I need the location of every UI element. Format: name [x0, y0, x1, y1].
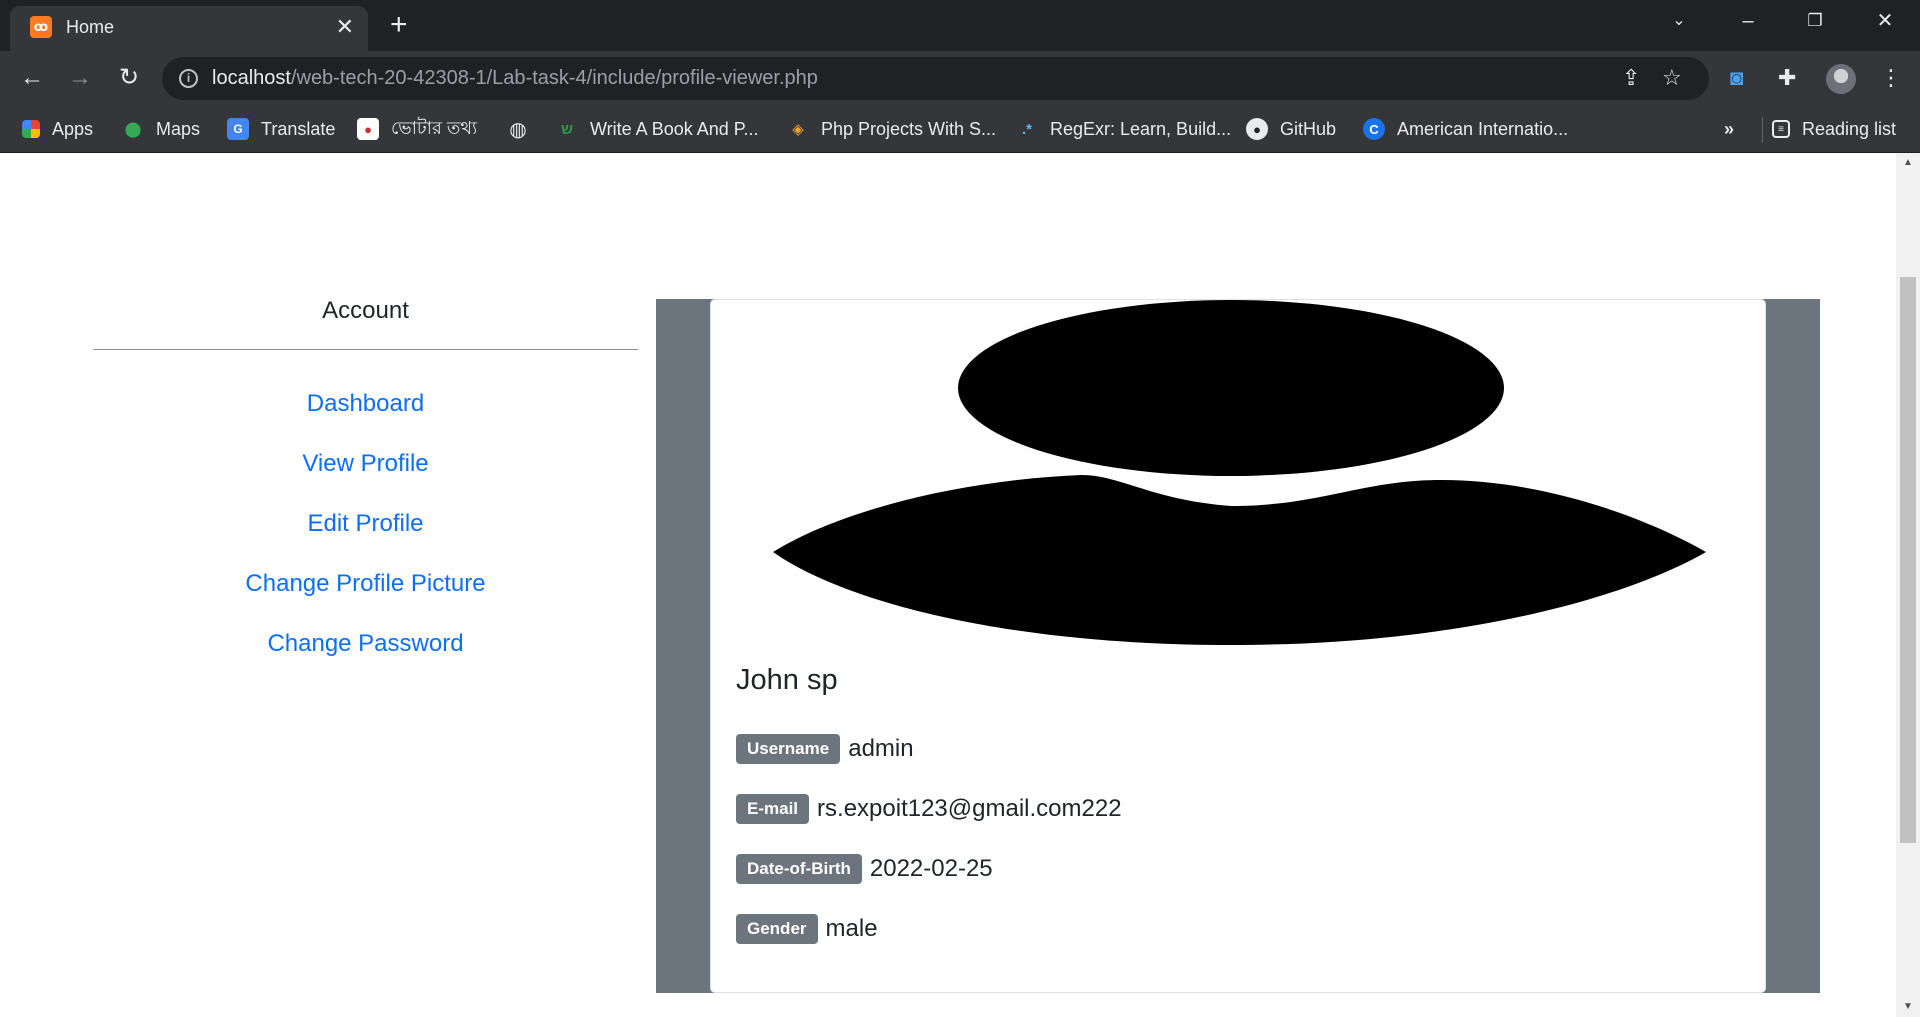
- maps-pin-icon: ⬤: [124, 121, 142, 138]
- profile-avatar[interactable]: [1826, 64, 1856, 94]
- tab-search-chevron-icon[interactable]: ⌄: [1659, 6, 1699, 36]
- reading-list-icon: ≡: [1772, 120, 1790, 138]
- bookmark-aiub[interactable]: C American Internatio...: [1363, 115, 1568, 143]
- voter-info-icon: ●: [357, 118, 379, 140]
- extensions-puzzle-icon[interactable]: ✚: [1778, 62, 1796, 94]
- bookmarks-overflow-chevron-icon[interactable]: »: [1724, 115, 1734, 143]
- site-info-icon[interactable]: i: [179, 69, 198, 88]
- browser-titlebar: ꝏ Home ✕ + ⌄ – ❐ ✕: [0, 0, 1920, 51]
- bookmarks-divider: [1762, 117, 1763, 143]
- bookmark-star-icon[interactable]: ☆: [1662, 65, 1682, 91]
- url-text[interactable]: localhost/web-tech-20-42308-1/Lab-task-4…: [212, 67, 818, 90]
- email-value: rs.expoit123@gmail.com222: [817, 795, 1122, 822]
- browser-toolbar: ← → ↻ i localhost/web-tech-20-42308-1/La…: [0, 51, 1920, 105]
- profile-field-gender: Gender male: [736, 913, 878, 945]
- chrome-menu-icon[interactable]: ⋮: [1880, 62, 1902, 94]
- tab-title: Home: [66, 17, 115, 37]
- github-icon: ●: [1246, 118, 1268, 140]
- profile-field-dob: Date-of-Birth 2022-02-25: [736, 853, 993, 885]
- scroll-up-arrow-icon[interactable]: ▲: [1896, 153, 1920, 173]
- sidebar-link-change-profile-picture[interactable]: Change Profile Picture: [93, 554, 638, 614]
- tab-close-icon[interactable]: ✕: [336, 14, 354, 40]
- bookmark-label: Apps: [52, 118, 94, 139]
- book-site-icon: ש: [560, 120, 574, 138]
- bookmark-voter-info[interactable]: ● ভোটার তথ্য: [357, 115, 477, 143]
- bookmark-label: GitHub: [1280, 118, 1337, 139]
- bookmark-label: Maps: [156, 118, 201, 139]
- bookmark-label: Write A Book And P...: [590, 118, 759, 139]
- profile-field-username: Username admin: [736, 733, 914, 765]
- profile-name: John sp: [736, 664, 838, 696]
- bookmark-php-projects[interactable]: ◈ Php Projects With S...: [787, 115, 996, 143]
- new-tab-button[interactable]: +: [390, 8, 408, 42]
- username-badge: Username: [736, 734, 841, 764]
- aiub-icon: C: [1363, 118, 1385, 140]
- dob-value: 2022-02-25: [869, 855, 993, 882]
- bookmark-github[interactable]: ● GitHub: [1246, 115, 1336, 143]
- back-arrow-icon[interactable]: ←: [16, 62, 48, 94]
- sidebar-title: Account: [322, 297, 409, 324]
- address-bar[interactable]: i localhost/web-tech-20-42308-1/Lab-task…: [162, 57, 1709, 100]
- dob-badge: Date-of-Birth: [736, 854, 862, 884]
- email-badge: E-mail: [736, 794, 810, 824]
- bookmark-label: American Internatio...: [1397, 118, 1569, 139]
- gender-badge: Gender: [736, 914, 818, 944]
- forward-arrow-icon[interactable]: →: [64, 62, 96, 94]
- regexr-icon: .*: [1021, 120, 1032, 138]
- scroll-down-arrow-icon[interactable]: ▼: [1896, 997, 1920, 1017]
- sidebar-link-view-profile[interactable]: View Profile: [93, 434, 638, 494]
- bookmark-translate[interactable]: G Translate: [227, 115, 335, 143]
- bookmark-maps[interactable]: ⬤ Maps: [122, 115, 200, 143]
- profile-panel: John sp Username admin E-mail rs.expoit1…: [656, 299, 1820, 993]
- bookmark-label: RegExr: Learn, Build...: [1050, 118, 1232, 139]
- account-sidebar: Account Dashboard View Profile Edit Prof…: [93, 293, 638, 674]
- profile-card: John sp Username admin E-mail rs.expoit1…: [710, 299, 1766, 993]
- close-window-icon[interactable]: ✕: [1865, 6, 1905, 36]
- minimize-icon[interactable]: –: [1728, 6, 1768, 36]
- bookmark-write-a-book[interactable]: ש Write A Book And P...: [556, 115, 759, 143]
- url-host: localhost: [212, 67, 291, 89]
- url-path: /web-tech-20-42308-1/Lab-task-4/include/…: [290, 67, 818, 89]
- reading-list-label: Reading list: [1802, 118, 1897, 139]
- sidebar-link-edit-profile[interactable]: Edit Profile: [93, 494, 638, 554]
- share-icon[interactable]: ⇪: [1622, 65, 1640, 91]
- username-value: admin: [848, 735, 914, 762]
- sidebar-link-dashboard[interactable]: Dashboard: [93, 374, 638, 434]
- apps-grid-icon: [22, 120, 40, 138]
- bookmarks-bar: Apps ⬤ Maps G Translate ● ভোটার তথ্য ◍ ש…: [0, 105, 1920, 153]
- page-scrollbar[interactable]: ▲ ▼: [1896, 153, 1920, 1017]
- bookmark-label: ভোটার তথ্য: [391, 117, 478, 138]
- bookmark-regexr[interactable]: .* RegExr: Learn, Build...: [1016, 115, 1231, 143]
- default-user-avatar-icon: [773, 300, 1706, 645]
- sidebar-divider: [93, 349, 638, 350]
- bookmark-label: Php Projects With S...: [821, 118, 997, 139]
- reload-icon[interactable]: ↻: [113, 62, 145, 94]
- bookmark-label: Translate: [261, 118, 336, 139]
- xampp-favicon-icon: ꝏ: [30, 16, 52, 38]
- bookmark-apps[interactable]: Apps: [22, 115, 93, 143]
- sidebar-link-change-password[interactable]: Change Password: [93, 614, 638, 674]
- scrollbar-thumb[interactable]: [1900, 277, 1916, 843]
- restore-icon[interactable]: ❐: [1795, 6, 1835, 36]
- browser-tab-home[interactable]: ꝏ Home ✕: [10, 6, 368, 51]
- page-content: Account Dashboard View Profile Edit Prof…: [0, 153, 1920, 1017]
- screen-capture-extension-icon[interactable]: ◙: [1730, 62, 1743, 94]
- bookmark-globe[interactable]: ◍: [507, 115, 541, 143]
- profile-field-email: E-mail rs.expoit123@gmail.com222: [736, 793, 1122, 825]
- translate-icon: G: [227, 118, 249, 140]
- gender-value: male: [825, 915, 878, 942]
- globe-icon: ◍: [509, 118, 527, 141]
- php-projects-icon: ◈: [792, 121, 804, 138]
- reading-list-button[interactable]: ≡ Reading list: [1772, 115, 1896, 143]
